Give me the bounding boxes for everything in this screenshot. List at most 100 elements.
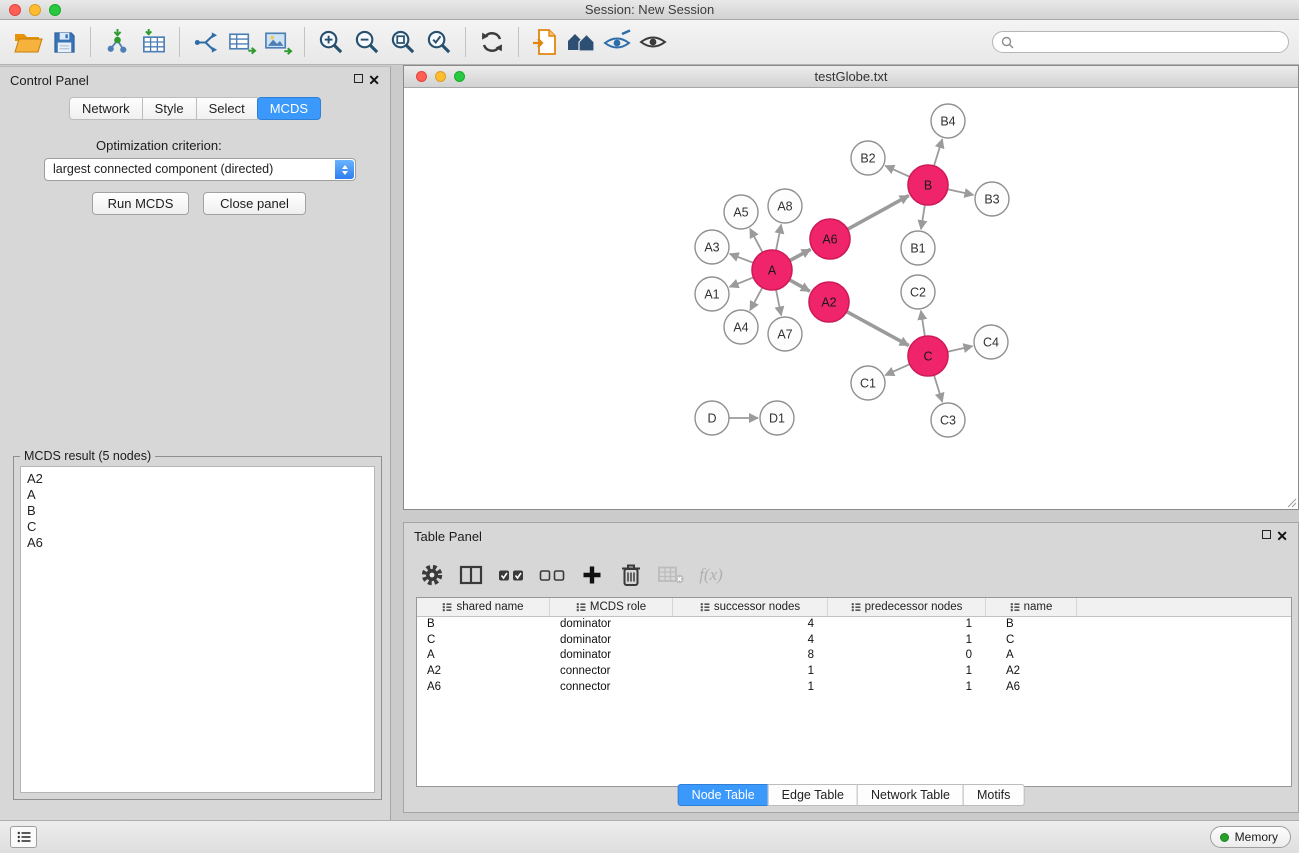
float-table-panel-icon[interactable] <box>1262 530 1271 539</box>
delete-table-button[interactable] <box>658 562 684 588</box>
graph-edge-A-A4[interactable] <box>750 288 762 311</box>
import-table-button[interactable] <box>135 24 171 60</box>
import-network-button[interactable] <box>99 24 135 60</box>
graph-edge-C-C1[interactable] <box>885 364 910 375</box>
graph-edge-A-A2[interactable] <box>789 280 809 291</box>
graph-edge-A-A3[interactable] <box>730 254 754 263</box>
graph-edge-A2-C[interactable] <box>847 312 909 346</box>
graph-node-A6[interactable]: A6 <box>810 219 850 259</box>
tab-select[interactable]: Select <box>196 97 258 120</box>
graph-edge-C-C3[interactable] <box>934 375 942 402</box>
style-preview-button[interactable] <box>599 24 635 60</box>
column-header-name[interactable]: name <box>986 598 1077 616</box>
graph-node-B[interactable]: B <box>908 165 948 205</box>
graph-node-A1[interactable]: A1 <box>695 277 729 311</box>
graph-node-A3[interactable]: A3 <box>695 230 729 264</box>
graph-node-A2[interactable]: A2 <box>809 282 849 322</box>
graph-edge-B-B3[interactable] <box>948 189 974 195</box>
optimization-criterion-select[interactable]: largest connected component (directed) <box>44 158 356 181</box>
graph-node-A[interactable]: A <box>752 250 792 290</box>
graph-node-C1[interactable]: C1 <box>851 366 885 400</box>
open-session-button[interactable] <box>10 24 46 60</box>
graph-node-B3[interactable]: B3 <box>975 182 1009 216</box>
zoom-fit-button[interactable] <box>385 24 421 60</box>
graph-node-D[interactable]: D <box>695 401 729 435</box>
graph-edge-C-C4[interactable] <box>948 346 973 352</box>
tab-network[interactable]: Network <box>69 97 143 120</box>
graph-node-A5[interactable]: A5 <box>724 195 758 229</box>
table-row[interactable]: A2connector11A2 <box>417 664 1291 680</box>
tab-node-table[interactable]: Node Table <box>678 784 769 806</box>
reset-layout-button[interactable] <box>563 24 599 60</box>
open-recent-button[interactable] <box>527 24 563 60</box>
graph-node-C4[interactable]: C4 <box>974 325 1008 359</box>
mcds-result-item[interactable]: C <box>27 519 368 535</box>
select-all-button[interactable] <box>498 562 524 588</box>
zoom-in-button[interactable] <box>313 24 349 60</box>
network-tools-button[interactable] <box>188 24 224 60</box>
show-hide-graphics-button[interactable] <box>635 24 671 60</box>
tab-mcds[interactable]: MCDS <box>257 97 321 120</box>
network-graph[interactable]: B4 B2 B B3 A5 A8A6 B1 A3 A C2 A1 A2 A4 A7 C4 C C1 C3 D D1 <box>404 88 1298 509</box>
mcds-result-item[interactable]: A <box>27 487 368 503</box>
resize-grip-icon[interactable] <box>1285 496 1297 508</box>
graph-edge-B-B4[interactable] <box>934 139 942 166</box>
table-row[interactable]: Bdominator41B <box>417 617 1291 633</box>
zoom-out-button[interactable] <box>349 24 385 60</box>
tab-edge-table[interactable]: Edge Table <box>768 784 858 806</box>
close-panel-icon[interactable]: ✕ <box>368 74 380 86</box>
graph-node-C[interactable]: C <box>908 336 948 376</box>
graph-node-B1[interactable]: B1 <box>901 231 935 265</box>
graph-edge-A-A5[interactable] <box>750 229 763 253</box>
network-canvas[interactable]: B4 B2 B B3 A5 A8A6 B1 A3 A C2 A1 A2 A4 A7 C4 C C1 C3 D D1 <box>404 88 1298 509</box>
graph-edge-B-B1[interactable] <box>921 205 925 229</box>
create-column-button[interactable] <box>580 562 604 588</box>
close-table-panel-icon[interactable]: ✕ <box>1276 530 1288 542</box>
deselect-all-button[interactable] <box>539 562 565 588</box>
graph-edge-A-A7[interactable] <box>776 290 781 316</box>
column-header-mcds-role[interactable]: MCDS role <box>550 598 673 616</box>
mcds-result-item[interactable]: A6 <box>27 535 368 551</box>
function-builder-button[interactable]: f(x) <box>699 562 723 588</box>
graph-node-C3[interactable]: C3 <box>931 403 965 437</box>
export-image-button[interactable] <box>260 24 296 60</box>
graph-node-B4[interactable]: B4 <box>931 104 965 138</box>
memory-button[interactable]: Memory <box>1210 826 1291 848</box>
table-settings-button[interactable] <box>420 562 444 588</box>
graph-edge-A-A1[interactable] <box>730 277 754 287</box>
export-table-button[interactable] <box>224 24 260 60</box>
task-history-button[interactable] <box>10 826 37 848</box>
graph-edge-A6-B[interactable] <box>848 196 909 230</box>
graph-node-A7[interactable]: A7 <box>768 317 802 351</box>
mcds-result-item[interactable]: A2 <box>27 471 368 487</box>
mcds-result-list[interactable]: A2ABCA6 <box>20 466 375 793</box>
search-input[interactable] <box>1019 35 1280 49</box>
graph-edge-B-B2[interactable] <box>885 166 910 177</box>
tab-style[interactable]: Style <box>142 97 197 120</box>
float-panel-icon[interactable] <box>354 74 363 83</box>
tab-network-table[interactable]: Network Table <box>857 784 964 806</box>
graph-node-A8[interactable]: A8 <box>768 189 802 223</box>
toolbar-search[interactable] <box>992 31 1289 53</box>
graph-edge-C-C2[interactable] <box>921 311 925 336</box>
zoom-selected-button[interactable] <box>421 24 457 60</box>
graph-node-B2[interactable]: B2 <box>851 141 885 175</box>
graph-node-D1[interactable]: D1 <box>760 401 794 435</box>
column-header-successor-nodes[interactable]: successor nodes <box>673 598 828 616</box>
delete-column-button[interactable] <box>619 562 643 588</box>
table-row[interactable]: Adominator80A <box>417 648 1291 664</box>
graph-edge-A-A8[interactable] <box>776 225 781 251</box>
run-mcds-button[interactable]: Run MCDS <box>92 192 189 215</box>
column-header-predecessor-nodes[interactable]: predecessor nodes <box>828 598 986 616</box>
show-columns-button[interactable] <box>459 562 483 588</box>
table-row[interactable]: A6connector11A6 <box>417 680 1291 696</box>
save-session-button[interactable] <box>46 24 82 60</box>
table-row[interactable]: Cdominator41C <box>417 633 1291 649</box>
refresh-view-button[interactable] <box>474 24 510 60</box>
close-panel-button[interactable]: Close panel <box>203 192 306 215</box>
graph-edge-A-A6[interactable] <box>790 249 811 260</box>
mcds-result-item[interactable]: B <box>27 503 368 519</box>
graph-node-A4[interactable]: A4 <box>724 310 758 344</box>
column-header-shared-name[interactable]: shared name <box>417 598 550 616</box>
graph-node-C2[interactable]: C2 <box>901 275 935 309</box>
